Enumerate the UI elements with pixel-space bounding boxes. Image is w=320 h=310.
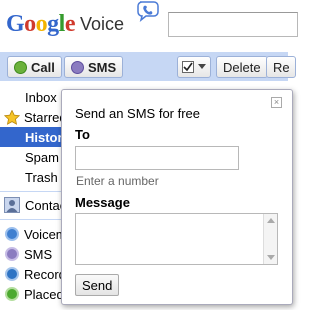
- select-dropdown-button[interactable]: [177, 56, 211, 78]
- sidebar-item-voicemail[interactable]: Voicemail: [0, 224, 70, 244]
- send-button-label: Send: [82, 277, 113, 293]
- sidebar-item-starred[interactable]: Starred: [0, 107, 70, 127]
- popup-title: Send an SMS for free: [75, 106, 201, 121]
- sidebar-item-label: Inbox: [25, 89, 57, 105]
- sidebar-item-inbox[interactable]: Inbox: [0, 87, 70, 107]
- sms-button[interactable]: SMS: [64, 56, 124, 78]
- sidebar-item-placed[interactable]: Placed: [0, 284, 70, 304]
- send-sms-popup: × Send an SMS for free To Enter a number…: [61, 89, 293, 305]
- sidebar-item-label: Spam: [25, 149, 59, 165]
- logo-letter: o: [24, 10, 36, 37]
- logo-product-name: Voice: [80, 13, 125, 34]
- logo-letter: o: [35, 10, 48, 37]
- logo-google-text: Google: [6, 10, 76, 38]
- placed-icon: [5, 287, 19, 301]
- checkbox-icon: [182, 61, 194, 73]
- scroll-up-icon[interactable]: [267, 218, 275, 223]
- sidebar-item-sms[interactable]: SMS: [0, 244, 70, 264]
- logo-letter: g: [47, 10, 59, 37]
- voicemail-icon: [5, 227, 19, 241]
- sidebar-divider: [0, 191, 70, 192]
- chevron-down-icon: [198, 64, 206, 69]
- to-hint-text: Enter a number: [76, 174, 159, 188]
- report-spam-button-label: Re: [273, 59, 290, 75]
- message-textarea[interactable]: [75, 213, 278, 265]
- scroll-down-icon[interactable]: [267, 255, 275, 260]
- to-label: To: [75, 127, 90, 142]
- sidebar-item-label: Trash: [25, 169, 58, 185]
- toolbar: Call SMS Delete Re: [0, 52, 296, 81]
- delete-button[interactable]: Delete: [216, 56, 268, 78]
- sidebar-item-trash[interactable]: Trash: [0, 167, 70, 187]
- recorded-icon: [5, 267, 19, 281]
- star-icon: [4, 109, 20, 125]
- logo-letter: G: [6, 10, 25, 37]
- sidebar-item-recorded[interactable]: Recorded: [0, 264, 70, 284]
- sidebar-item-contacts[interactable]: Contacts: [0, 195, 70, 215]
- to-number-input[interactable]: [75, 146, 239, 170]
- voice-bubble-icon: [137, 1, 159, 22]
- search-input[interactable]: [168, 12, 298, 37]
- send-button[interactable]: Send: [75, 274, 120, 296]
- sidebar-item-history[interactable]: History: [0, 127, 70, 147]
- sidebar-item-spam[interactable]: Spam: [0, 147, 70, 167]
- phone-icon: [14, 60, 27, 74]
- logo-letter: e: [64, 10, 76, 37]
- sms-button-label: SMS: [88, 59, 117, 75]
- google-voice-logo[interactable]: Google Voice: [6, 4, 124, 44]
- sidebar: Inbox Starred History Spam Trash Contact…: [0, 81, 70, 310]
- sidebar-item-label: Placed: [24, 286, 64, 302]
- message-label: Message: [75, 195, 130, 210]
- call-button[interactable]: Call: [7, 56, 62, 78]
- sms-icon: [71, 60, 84, 74]
- sidebar-item-label: SMS: [24, 246, 53, 262]
- report-spam-button[interactable]: Re: [266, 56, 296, 78]
- contacts-icon: [4, 197, 20, 213]
- sidebar-divider: [0, 219, 70, 220]
- sms-icon: [5, 247, 19, 261]
- message-scrollbar[interactable]: [263, 214, 277, 264]
- call-button-label: Call: [31, 59, 55, 75]
- delete-button-label: Delete: [223, 59, 261, 75]
- close-icon[interactable]: ×: [271, 97, 282, 108]
